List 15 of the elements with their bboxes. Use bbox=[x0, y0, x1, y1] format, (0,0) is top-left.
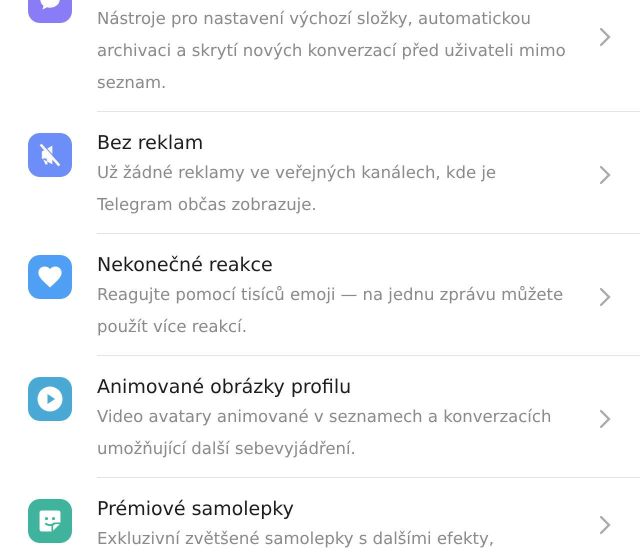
chevron-right-icon[interactable] bbox=[598, 164, 612, 186]
feature-title: Prémiové samolepky bbox=[97, 497, 295, 522]
feature-description: Nástroje pro nastavení výchozí složky, automatickou archivaci a skrytí nových konverzací před uživateli mimo seznam. bbox=[97, 8, 567, 94]
chevron-right-icon[interactable] bbox=[598, 26, 612, 48]
chevron-right-icon[interactable] bbox=[598, 286, 612, 308]
chevron-right-icon[interactable] bbox=[598, 408, 612, 430]
feature-title: Nekonečné reakce bbox=[97, 253, 274, 278]
play-circle-icon bbox=[35, 384, 65, 414]
feature-title: Bez reklam bbox=[97, 131, 204, 156]
feature-description: Už žádné reklamy ve veřejných kanálech, kde je Telegram občas zobrazuje. bbox=[97, 162, 498, 216]
feature-title: Animované obrázky profilu bbox=[97, 375, 352, 400]
feature-description: Reagujte pomocí tisíců emoji — na jednu zprávu můžete použít více reakcí. bbox=[97, 284, 564, 338]
feature-description: Video avatary animované v seznamech a konverzacích umožňující další sebevyjádření. bbox=[97, 406, 552, 460]
feature-description: Exkluzivní zvětšené samolepky s dalšími efekty, bbox=[97, 528, 496, 550]
chevron-right-icon[interactable] bbox=[598, 514, 612, 536]
